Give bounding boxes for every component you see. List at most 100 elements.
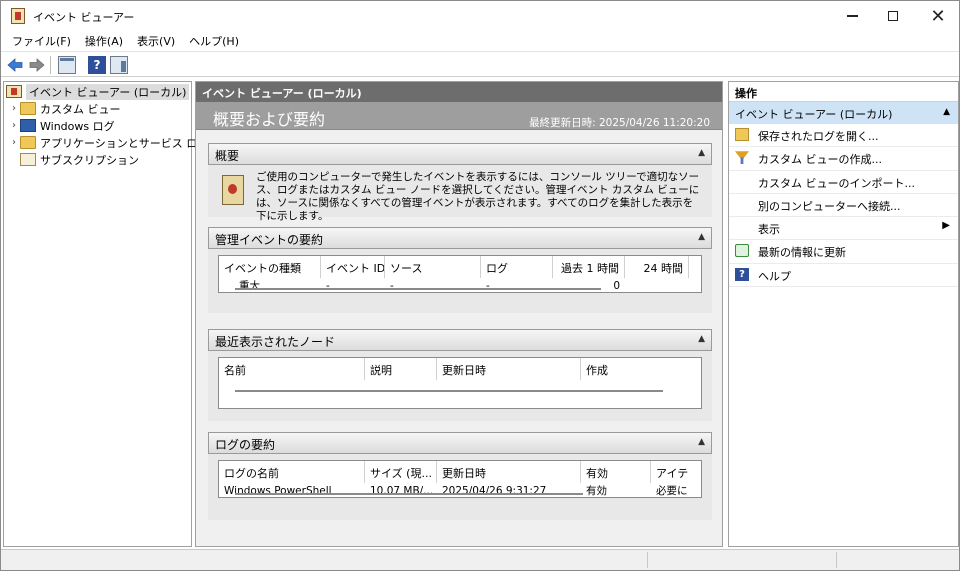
action-help[interactable]: ? ヘルプ xyxy=(729,264,958,288)
column-header[interactable]: アイテ xyxy=(651,461,691,483)
column-header[interactable]: 過去 1 時間 xyxy=(553,256,625,278)
column-header[interactable]: イベントの種類 xyxy=(219,256,321,278)
column-header[interactable]: 24 時間 xyxy=(625,256,689,278)
log-summary-section: ログの要約 ▲ ログの名前 サイズ (現... 更新日時 有効 アイテ Wind… xyxy=(208,432,712,520)
tree-item-label: イベント ビューアー (ローカル) xyxy=(26,83,190,100)
folder-icon xyxy=(20,136,36,149)
refresh-icon xyxy=(735,244,749,258)
tree-item-label: カスタム ビュー xyxy=(40,102,121,116)
actions-group-label: イベント ビューアー (ローカル) xyxy=(735,108,893,121)
action-open-saved-log[interactable]: 保存されたログを開く... xyxy=(729,124,958,148)
help-icon[interactable]: ? xyxy=(88,56,106,74)
forward-arrow-icon[interactable] xyxy=(28,56,46,74)
tree-item-windows-logs[interactable]: › Windows ログ xyxy=(8,117,115,134)
last-updated-text: 最終更新日時: 2025/04/26 11:20:20 xyxy=(529,117,710,129)
column-header[interactable]: 作成 xyxy=(581,358,699,380)
actions-pane: 操作 イベント ビューアー (ローカル) ▲ 保存されたログを開く... カスタ… xyxy=(728,81,959,547)
minimize-icon xyxy=(846,15,858,17)
table-cell: 必要に xyxy=(656,485,688,497)
column-header[interactable]: ソース xyxy=(385,256,481,278)
column-header[interactable]: サイズ (現... xyxy=(365,461,437,483)
table-header: ログの名前 サイズ (現... 更新日時 有効 アイテ xyxy=(219,461,691,483)
admin-events-summary-section: 管理イベントの要約 ▲ イベントの種類 イベント ID ソース ログ 過去 1 … xyxy=(208,227,712,313)
console-tree: イベント ビューアー (ローカル) › カスタム ビュー › Windows ロ… xyxy=(3,81,208,547)
maximize-button[interactable] xyxy=(870,1,916,31)
tree-item-label: アプリケーションとサービス ログ xyxy=(40,136,209,150)
recent-nodes-table[interactable]: 名前 説明 更新日時 作成 xyxy=(218,357,702,409)
log-summary-header[interactable]: ログの要約 ▲ xyxy=(208,432,712,454)
show-hide-action-pane-icon[interactable] xyxy=(110,56,128,74)
minimize-button[interactable] xyxy=(829,1,875,31)
action-label: カスタム ビューのインポート... xyxy=(758,176,915,190)
tree-item-custom-views[interactable]: › カスタム ビュー xyxy=(8,100,121,117)
admin-events-table[interactable]: イベントの種類 イベント ID ソース ログ 過去 1 時間 24 時間 重大 … xyxy=(218,255,702,293)
chevron-right-icon[interactable]: › xyxy=(8,103,20,114)
maximize-icon xyxy=(888,11,898,21)
window-title: イベント ビューアー xyxy=(33,11,135,24)
folder-icon xyxy=(20,102,36,115)
admin-events-summary-header[interactable]: 管理イベントの要約 ▲ xyxy=(208,227,712,249)
overview-header[interactable]: 概要 ▲ xyxy=(208,143,712,165)
column-header[interactable]: ログ xyxy=(481,256,553,278)
action-create-custom-view[interactable]: カスタム ビューの作成... xyxy=(729,147,958,171)
help-icon: ? xyxy=(735,267,749,281)
column-header[interactable]: 更新日時 xyxy=(437,358,581,380)
tree-item-label: サブスクリプション xyxy=(40,153,139,167)
subscriptions-icon xyxy=(20,153,36,166)
horizontal-scrollbar[interactable] xyxy=(235,493,583,495)
collapse-icon[interactable]: ▲ xyxy=(698,148,705,158)
close-button[interactable]: ✕ xyxy=(915,1,959,31)
menu-help[interactable]: ヘルプ(H) xyxy=(184,31,244,51)
recent-nodes-header[interactable]: 最近表示されたノード ▲ xyxy=(208,329,712,351)
tree-item-root[interactable]: イベント ビューアー (ローカル) xyxy=(6,83,190,100)
menu-action[interactable]: 操作(A) xyxy=(80,31,128,51)
section-title: ログの要約 xyxy=(215,438,276,452)
action-label: 保存されたログを開く... xyxy=(758,130,879,143)
table-header: 名前 説明 更新日時 作成 xyxy=(219,358,699,380)
toolbar: ? xyxy=(1,51,959,77)
chevron-right-icon[interactable]: › xyxy=(8,137,20,148)
menu-view[interactable]: 表示(V) xyxy=(132,31,180,51)
windows-logs-icon xyxy=(20,119,36,132)
filter-icon xyxy=(735,151,749,165)
horizontal-scrollbar[interactable] xyxy=(235,390,663,392)
column-header[interactable]: イベント ID xyxy=(321,256,385,278)
table-cell xyxy=(625,278,689,292)
collapse-icon[interactable]: ▲ xyxy=(698,437,705,447)
summary-banner: 概要および要約 最終更新日時: 2025/04/26 11:20:20 xyxy=(196,102,722,130)
column-header[interactable]: ログの名前 xyxy=(219,461,365,483)
open-folder-icon xyxy=(735,128,749,141)
back-arrow-icon[interactable] xyxy=(6,56,24,74)
show-hide-console-tree-icon[interactable] xyxy=(58,56,76,74)
center-pane: イベント ビューアー (ローカル) 概要および要約 最終更新日時: 2025/0… xyxy=(195,81,723,547)
action-view[interactable]: 表示 ▶ xyxy=(729,217,958,241)
column-header[interactable]: 説明 xyxy=(365,358,437,380)
menu-file[interactable]: ファイル(F) xyxy=(7,31,76,51)
section-title: 最近表示されたノード xyxy=(215,335,336,349)
action-import-custom-view[interactable]: カスタム ビューのインポート... xyxy=(729,171,958,194)
tree-item-subscriptions[interactable]: サブスクリプション xyxy=(20,151,139,168)
overview-section: 概要 ▲ ご使用のコンピューターで発生したイベントを表示するには、コンソール ツ… xyxy=(208,143,712,222)
log-summary-body: ログの名前 サイズ (現... 更新日時 有効 アイテ Windows Powe… xyxy=(208,454,712,520)
action-connect-to-computer[interactable]: 別のコンピューターへ接続... xyxy=(729,194,958,218)
log-summary-table[interactable]: ログの名前 サイズ (現... 更新日時 有効 アイテ Windows Powe… xyxy=(218,460,702,498)
action-refresh[interactable]: 最新の情報に更新 xyxy=(729,240,958,264)
horizontal-scrollbar[interactable] xyxy=(235,288,601,290)
chevron-right-icon[interactable]: › xyxy=(8,120,20,131)
collapse-icon[interactable]: ▲ xyxy=(698,334,705,344)
column-header[interactable]: 名前 xyxy=(219,358,365,380)
column-header[interactable]: 更新日時 xyxy=(437,461,581,483)
collapse-icon[interactable]: ▲ xyxy=(698,232,705,242)
actions-group-header[interactable]: イベント ビューアー (ローカル) ▲ xyxy=(729,102,958,124)
recent-nodes-section: 最近表示されたノード ▲ 名前 説明 更新日時 作成 xyxy=(208,329,712,421)
status-divider xyxy=(647,552,648,568)
menu-bar: ファイル(F) 操作(A) 表示(V) ヘルプ(H) xyxy=(1,31,959,51)
action-label: 最新の情報に更新 xyxy=(758,246,846,260)
collapse-icon[interactable]: ▲ xyxy=(943,107,950,117)
section-title: 概要 xyxy=(215,149,240,163)
toolbar-separator xyxy=(50,56,51,74)
tree-item-app-service-logs[interactable]: › アプリケーションとサービス ログ xyxy=(8,134,208,151)
event-viewer-window: イベント ビューアー ✕ ファイル(F) 操作(A) 表示(V) ヘルプ(H) … xyxy=(0,0,960,571)
column-header[interactable]: 有効 xyxy=(581,461,651,483)
action-label: カスタム ビューの作成... xyxy=(758,153,882,167)
